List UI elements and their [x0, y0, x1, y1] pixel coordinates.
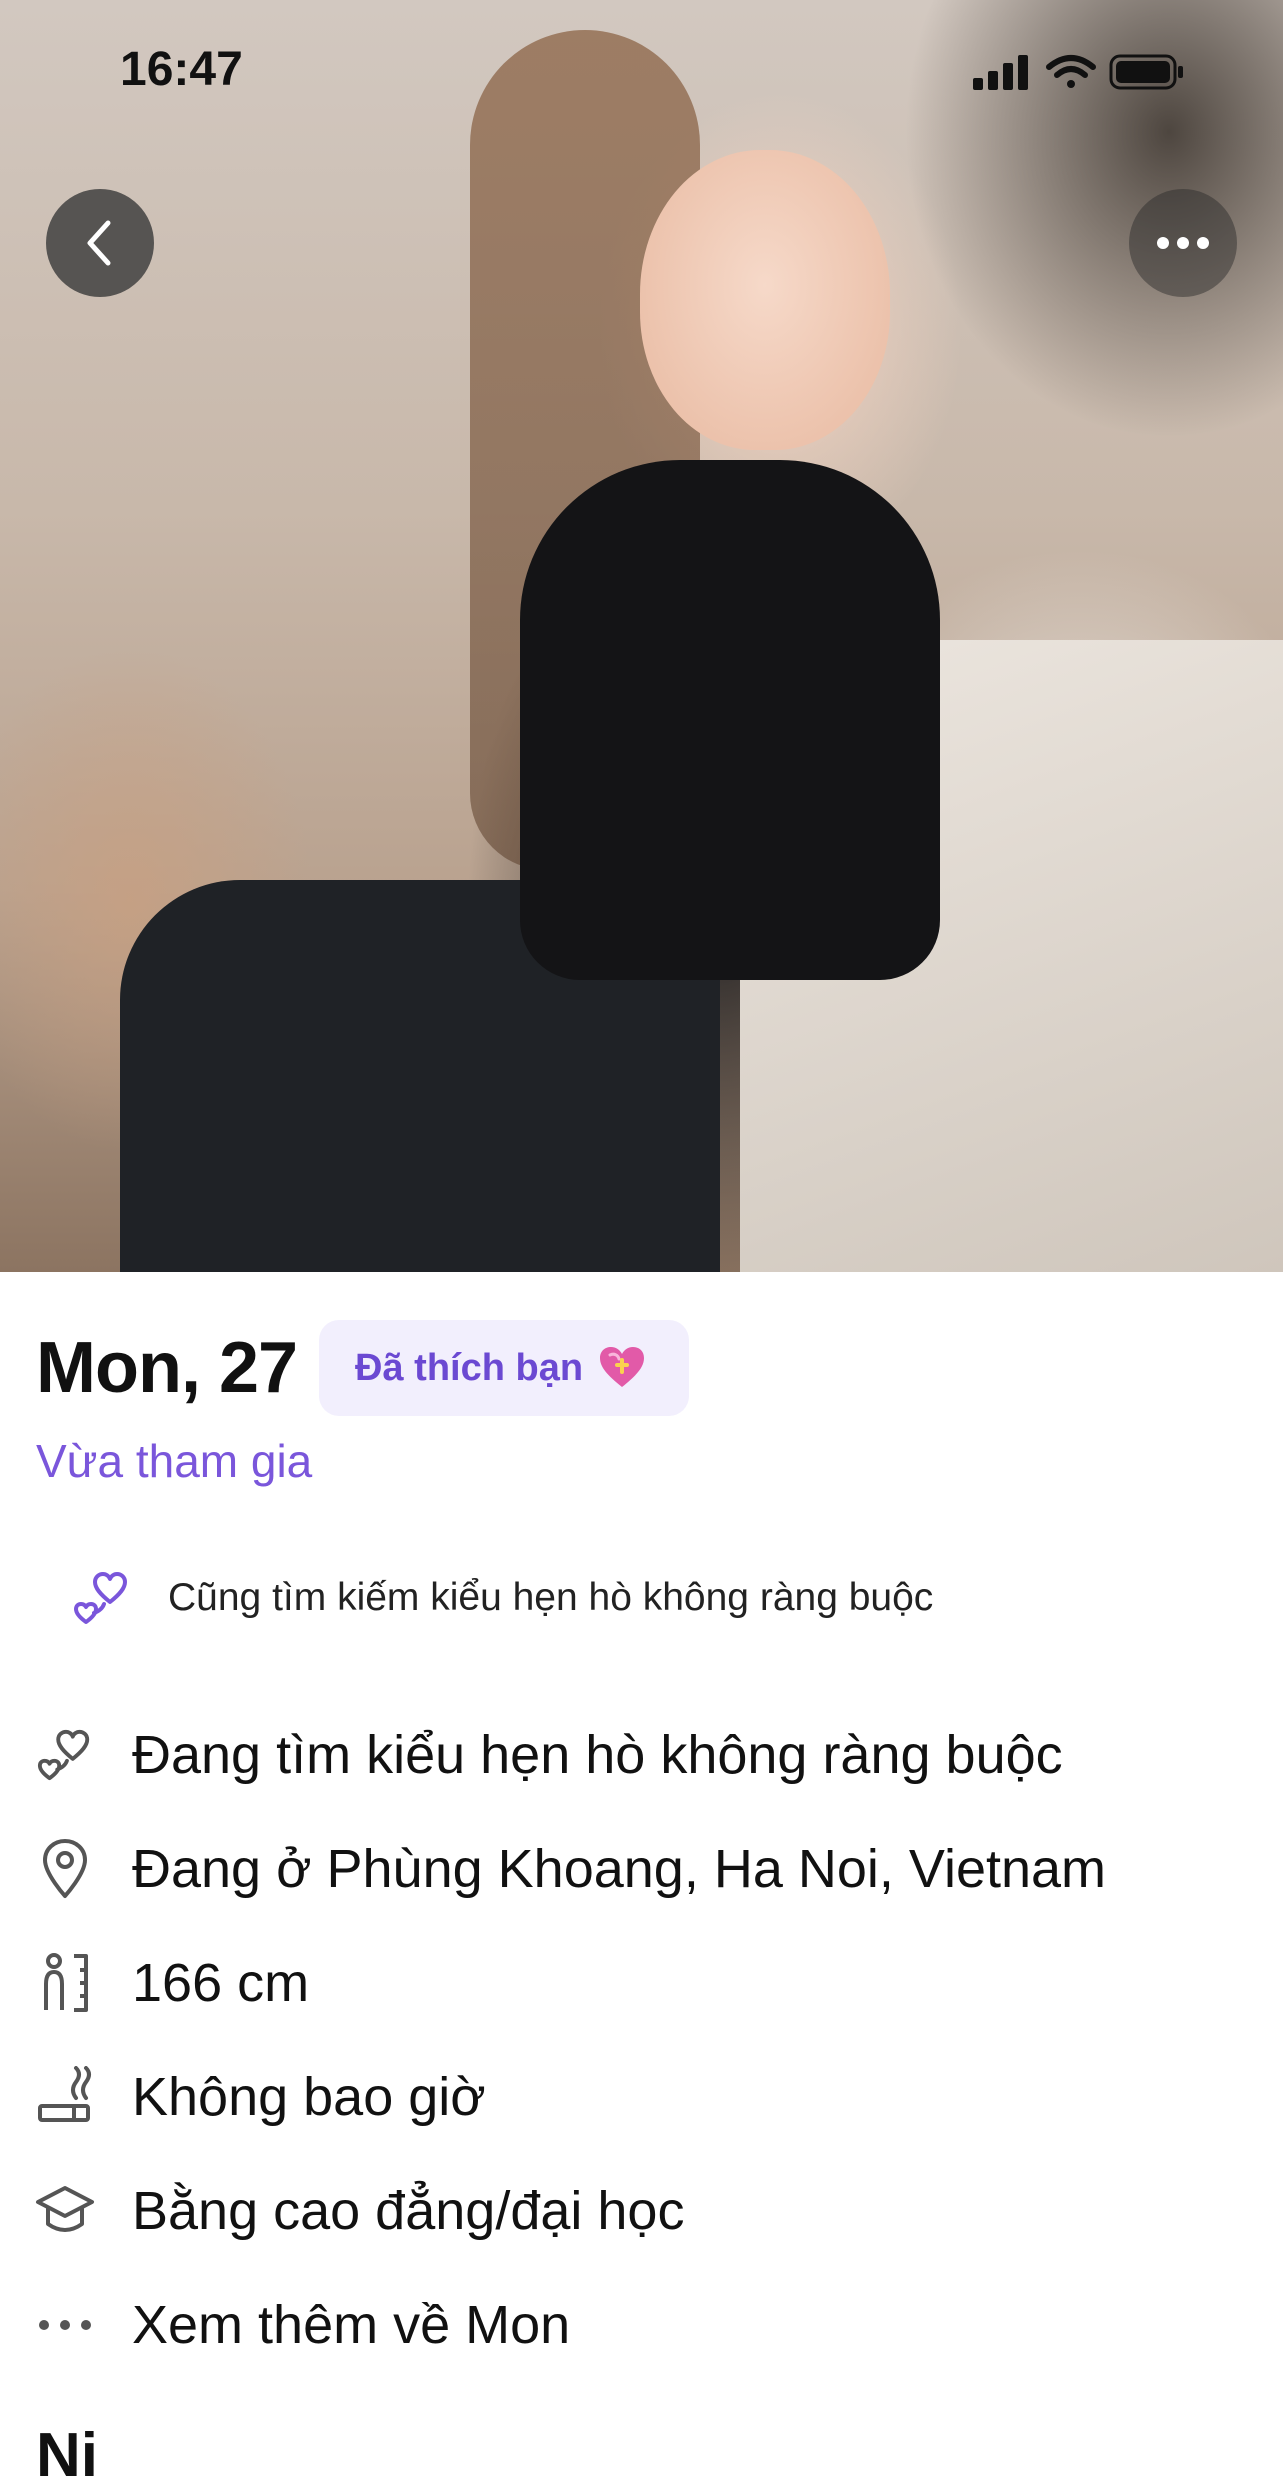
hearts-icon — [34, 1724, 96, 1786]
heart-with-ribbon-icon — [600, 1347, 645, 1387]
location-pin-icon — [34, 1838, 96, 1900]
next-section-header: Ni — [36, 2421, 98, 2490]
cellular-signal-icon — [973, 55, 1028, 90]
profile-photo[interactable] — [0, 0, 1283, 1272]
status-bar: 16:47 — [0, 0, 1283, 110]
detail-row-height: 166 cm — [34, 1952, 309, 2014]
detail-row-smoking: Không bao giờ — [34, 2066, 486, 2128]
detail-row-location: Đang ở Phùng Khoang, Ha Noi, Vietnam — [34, 1838, 1106, 1900]
detail-text: Đang ở Phùng Khoang, Ha Noi, Vietnam — [132, 1839, 1107, 1899]
detail-row-education: Bằng cao đẳng/đại học — [34, 2180, 684, 2242]
height-icon — [34, 1952, 96, 2014]
ellipsis-icon — [1157, 237, 1209, 249]
wifi-icon — [1046, 55, 1096, 88]
detail-text: Không bao giờ — [132, 2067, 486, 2127]
more-dots-icon — [34, 2294, 96, 2356]
detail-text: 166 cm — [132, 1953, 310, 2013]
more-options-button[interactable] — [1129, 189, 1237, 297]
chevron-left-icon — [87, 220, 111, 266]
detail-row-dating-intent: Đang tìm kiểu hẹn hò không ràng buộc — [34, 1724, 1063, 1786]
liked-badge-label: Đã thích bạn — [355, 1346, 584, 1389]
see-more-link[interactable]: Xem thêm về Mon — [132, 2294, 570, 2356]
photo-face — [640, 150, 890, 450]
name-row: Mon, 27 Đã thích bạn — [36, 1320, 690, 1416]
graduation-cap-icon — [34, 2180, 96, 2242]
joined-status: Vừa tham gia — [36, 1435, 313, 1487]
shared-intent-row: Cũng tìm kiếm kiểu hẹn hò không ràng buộ… — [70, 1568, 933, 1628]
profile-name-age: Mon, 27 — [36, 1328, 298, 1408]
liked-you-badge: Đã thích bạn — [319, 1320, 690, 1416]
cigarette-icon — [34, 2066, 96, 2128]
status-time: 16:47 — [120, 43, 243, 96]
detail-text: Bằng cao đẳng/đại học — [132, 2181, 685, 2241]
hearts-icon — [74, 1572, 127, 1624]
detail-row-see-more[interactable]: Xem thêm về Mon — [34, 2294, 570, 2356]
photo-top — [520, 460, 940, 980]
status-icons — [973, 52, 1203, 97]
detail-text: Đang tìm kiểu hẹn hò không ràng buộc — [132, 1725, 1063, 1785]
shared-intent-text: Cũng tìm kiếm kiểu hẹn hò không ràng buộ… — [168, 1576, 934, 1619]
back-button[interactable] — [46, 189, 154, 297]
battery-icon — [1109, 54, 1183, 90]
